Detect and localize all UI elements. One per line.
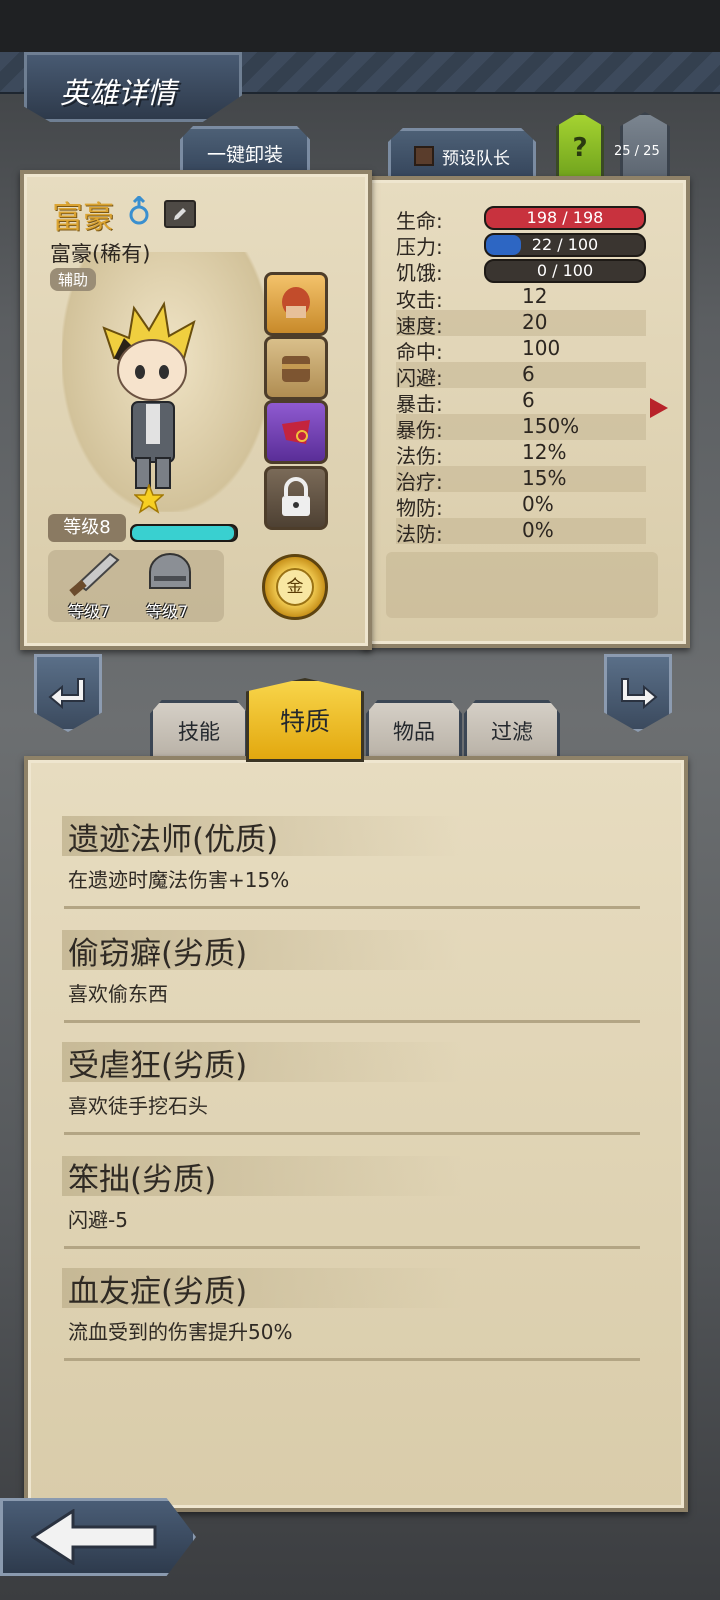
stat-value: 150% [522, 414, 580, 438]
stat-row: 暴击: 6 [396, 388, 646, 416]
hero-level: 等级8 [48, 514, 126, 542]
stat-row: 治疗: 15% [396, 466, 646, 494]
stat-row: 法伤: 12% [396, 440, 646, 468]
roster-count: 25 / 25 [614, 144, 660, 159]
stat-value: 6 [522, 388, 535, 412]
stat-value: 12% [522, 440, 567, 464]
tab-skills[interactable]: 技能 [150, 700, 248, 762]
stress-bar: 22 / 100 [484, 233, 646, 257]
stat-label: 命中: [396, 340, 443, 364]
sword-icon [69, 552, 120, 597]
stat-row: 物防: 0% [396, 492, 646, 520]
locked-slot[interactable] [264, 466, 328, 530]
back-arrow-icon [31, 1509, 157, 1565]
male-icon [128, 194, 154, 226]
stat-label: 暴击: [396, 392, 443, 416]
chest-slot[interactable] [264, 336, 328, 400]
hunger-value: 0 / 100 [536, 261, 594, 280]
stats-footer-box [386, 552, 658, 618]
stress-value: 22 / 100 [531, 235, 599, 254]
cape-icon [282, 420, 310, 444]
xp-bar-fill [132, 526, 234, 540]
page-title: 英雄详情 [60, 76, 177, 110]
hp-bar: 198 / 198 [484, 206, 646, 230]
stat-label: 治疗: [396, 470, 443, 494]
stat-value: 0% [522, 518, 554, 542]
stat-row: 闪避: 6 [396, 362, 646, 390]
arrow-left-icon [48, 678, 85, 710]
helmet-armor-icon [149, 553, 191, 589]
hunger-bar: 0 / 100 [484, 259, 646, 283]
stat-row: 速度: 20 [396, 310, 646, 338]
stat-label: 速度: [396, 314, 443, 338]
hero-name: 富豪 [52, 200, 114, 236]
stat-label: 闪避: [396, 366, 443, 390]
stat-row: 攻击: 12 [396, 284, 646, 312]
stat-value: 12 [522, 284, 548, 308]
stat-row: 命中: 100 [396, 336, 646, 364]
tab-filter[interactable]: 过滤 [464, 700, 560, 762]
helmet-icon [282, 287, 310, 318]
weapon-level: 等级7 [68, 602, 111, 621]
stat-label: 法伤: [396, 444, 443, 468]
help-button[interactable]: ? [556, 112, 604, 184]
stat-value: 15% [522, 466, 567, 490]
tab-items[interactable]: 物品 [366, 700, 462, 762]
traits-panel [24, 756, 688, 1512]
stat-value: 100 [522, 336, 561, 360]
preset-leader-checkbox[interactable] [414, 146, 434, 166]
hp-value: 198 / 198 [526, 208, 604, 227]
previous-hero-button[interactable] [34, 654, 102, 732]
help-label: ? [572, 133, 588, 163]
stat-value: 20 [522, 310, 548, 334]
gold-coin-icon[interactable]: 金 [262, 554, 328, 620]
helmet-slot[interactable] [264, 272, 328, 336]
status-bar-area [0, 0, 720, 52]
hero-sprite [84, 298, 214, 498]
stat-row: 法防: 0% [396, 518, 646, 546]
cape-slot[interactable] [264, 400, 328, 464]
armor-level: 等级7 [146, 602, 189, 621]
back-button[interactable] [0, 1498, 196, 1576]
tab-traits[interactable]: 特质 [246, 678, 364, 762]
lock-icon [282, 477, 310, 516]
stat-label: 暴伤: [396, 418, 443, 442]
armor-slot[interactable]: 等级7 [142, 552, 202, 622]
next-hero-button[interactable] [604, 654, 672, 732]
stat-label: 法防: [396, 522, 443, 546]
stat-row: 暴伤: 150% [396, 414, 646, 442]
edit-name-icon[interactable] [164, 200, 196, 228]
weapon-slot[interactable]: 等级7 [64, 552, 124, 622]
rarity-star-icon [133, 482, 165, 514]
stat-value: 6 [522, 362, 535, 386]
stat-stress-label: 压力: [396, 235, 443, 259]
preset-leader-label: 预设队长 [442, 148, 510, 169]
xp-bar [130, 524, 238, 542]
stat-label: 攻击: [396, 288, 443, 312]
stat-hunger-label: 饥饿: [396, 261, 443, 285]
stat-value: 0% [522, 492, 554, 516]
stat-label: 物防: [396, 496, 443, 520]
hero-subtitle: 富豪(稀有) [50, 242, 151, 266]
hero-role-badge: 辅助 [50, 268, 97, 291]
stat-hp-label: 生命: [396, 209, 443, 233]
expand-arrow-icon[interactable] [650, 398, 668, 418]
chest-icon [282, 356, 310, 382]
arrow-right-icon [621, 678, 658, 710]
gold-badge-label: 金 [276, 568, 314, 606]
